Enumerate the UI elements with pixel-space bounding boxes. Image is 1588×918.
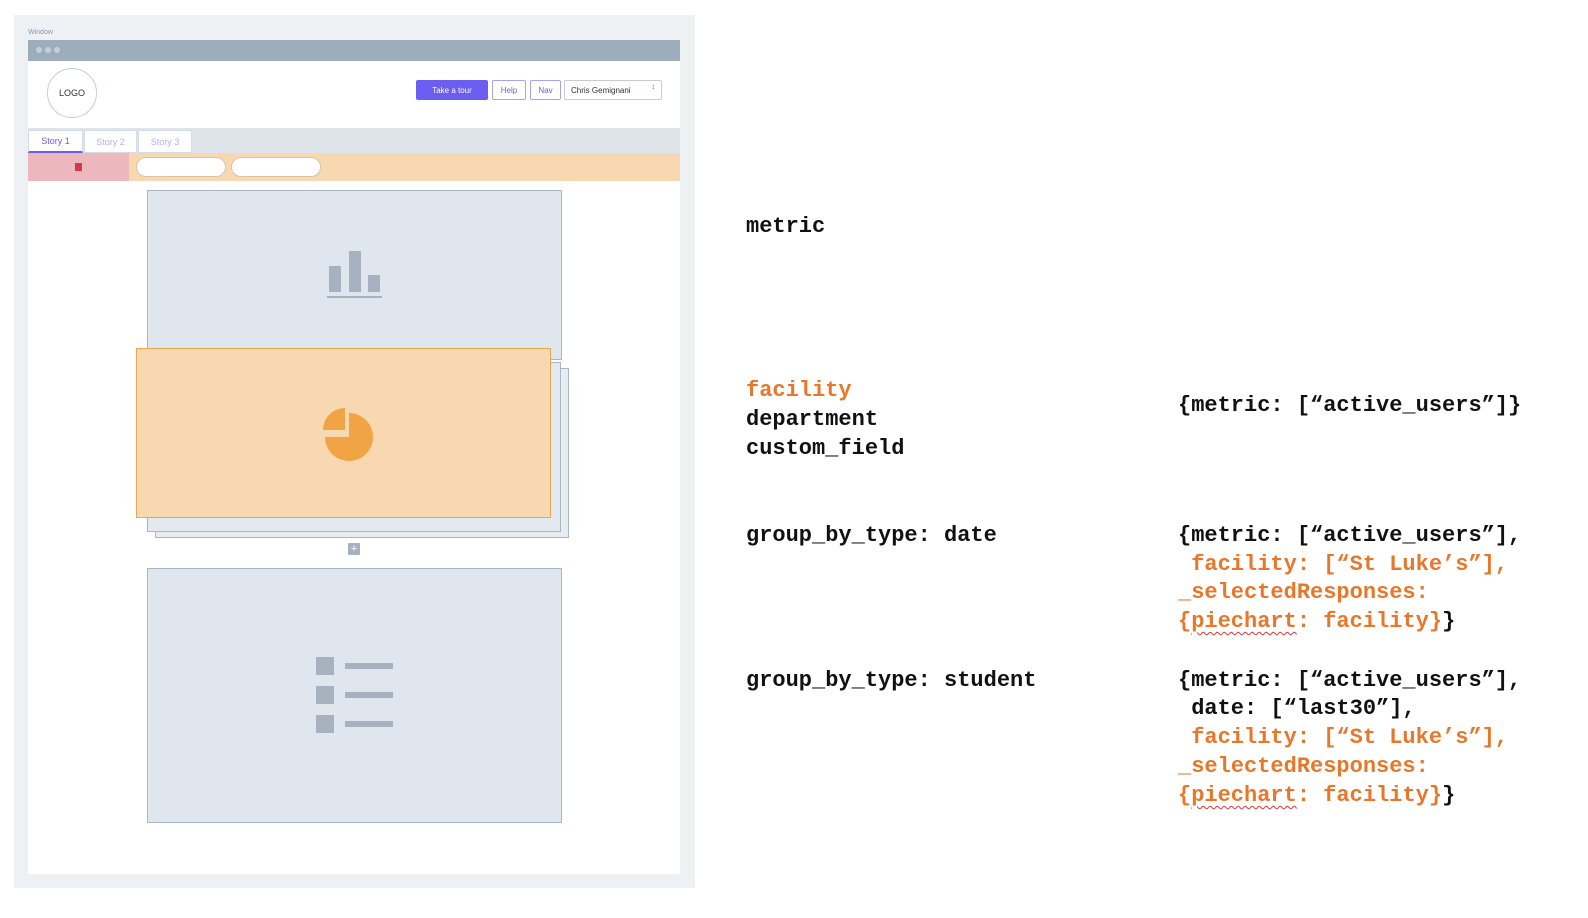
query-3-line-3: facility: [“St Luke’s”], <box>1178 725 1509 750</box>
filter-bar <box>28 153 680 181</box>
query-2-line-1: {metric: [“active_users”], <box>1178 523 1522 548</box>
filter-bookmark-panel[interactable] <box>28 153 129 181</box>
window-titlebar <box>28 40 680 61</box>
window-maximize-dot[interactable] <box>54 47 60 53</box>
tab-story-2[interactable]: Story 2 <box>84 130 137 153</box>
filter-pill-1[interactable] <box>136 157 226 177</box>
annotation-dim-facility: facility <box>746 378 852 403</box>
app-window: LOGO Take a tour Help Nav Chris Gemignan… <box>28 40 680 874</box>
query-3-line-4: _selectedResponses: <box>1178 754 1429 779</box>
annotation-dim-custom-field: custom_field <box>746 436 905 461</box>
bookmark-icon[interactable] <box>75 163 82 171</box>
window-caption: Window <box>28 29 53 36</box>
query-2-line-4: {piechart: facility}} <box>1178 609 1456 634</box>
tab-story-1[interactable]: Story 1 <box>28 130 83 153</box>
take-tour-button[interactable]: Take a tour <box>416 80 488 100</box>
annotation-dim-department: department <box>746 407 879 432</box>
query-3-line-2: date: [“last30”], <box>1178 696 1416 721</box>
list-card[interactable] <box>147 568 562 823</box>
logo[interactable]: LOGO <box>47 68 97 118</box>
nav-button[interactable]: Nav <box>530 80 561 100</box>
annotation-group-date: group_by_type: date <box>746 523 997 548</box>
query-2-line-3: _selectedResponses: <box>1178 580 1429 605</box>
bar-chart-card[interactable] <box>147 190 562 360</box>
story-tabbar: Story 1 Story 2 Story 3 <box>28 128 680 153</box>
filter-pill-2[interactable] <box>231 157 321 177</box>
help-button[interactable]: Help <box>492 80 526 100</box>
query-1: {metric: [“active_users”]} <box>1178 393 1522 418</box>
pie-chart-icon <box>323 408 373 461</box>
window-close-dot[interactable] <box>36 47 42 53</box>
query-3-line-1: {metric: [“active_users”], <box>1178 668 1522 693</box>
annotation-metric: metric <box>746 214 826 239</box>
pie-chart-card[interactable] <box>136 348 551 518</box>
add-card-icon[interactable]: + <box>348 543 360 555</box>
user-name: Chris Gemignani <box>571 85 631 95</box>
tab-story-3[interactable]: Story 3 <box>138 130 192 153</box>
annotation-group-student: group_by_type: student <box>746 668 1037 693</box>
query-2-line-2: facility: [“St Luke’s”], <box>1178 552 1509 577</box>
select-caret-icon: ↕ <box>651 84 656 91</box>
query-3-line-5: {piechart: facility}} <box>1178 783 1456 808</box>
user-select[interactable]: Chris Gemignani ↕ <box>564 80 662 100</box>
window-minimize-dot[interactable] <box>45 47 51 53</box>
